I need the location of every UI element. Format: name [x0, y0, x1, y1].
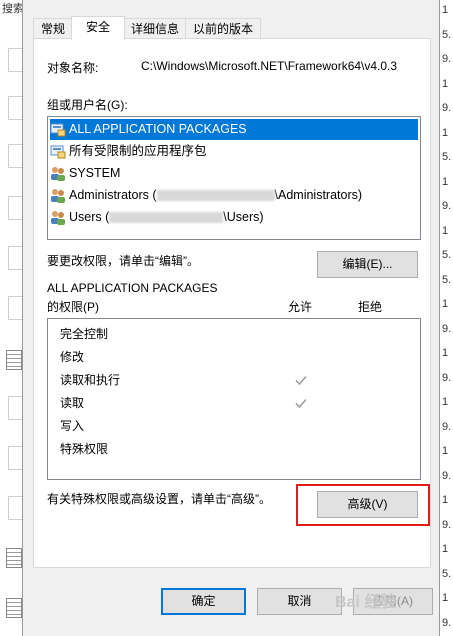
size-cell: 1: [442, 77, 449, 90]
size-cell: 1: [442, 175, 449, 188]
size-cell: 9.: [442, 616, 452, 629]
size-cell: 9.: [442, 518, 452, 531]
group-item-system[interactable]: SYSTEM: [50, 163, 120, 184]
object-name-value: C:\Windows\Microsoft.NET\Framework64\v4.…: [141, 59, 398, 73]
size-cell: 5.: [442, 151, 452, 163]
security-panel: 对象名称: C:\Windows\Microsoft.NET\Framework…: [33, 38, 431, 568]
size-cell: 1: [442, 126, 449, 139]
size-cell: 1: [442, 224, 449, 237]
size-cell: 1: [442, 543, 449, 555]
permissions-label: 的权限(P): [47, 300, 99, 314]
size-cell: 1: [442, 4, 449, 16]
edit-hint: 要更改权限，请单击“编辑”。: [47, 254, 199, 268]
size-cell: 9.: [442, 322, 452, 335]
deny-column-header: 拒绝: [358, 300, 383, 314]
size-cell: 9.: [442, 102, 452, 114]
size-cell: 1: [442, 396, 449, 408]
size-cell: 9.: [442, 469, 452, 482]
size-cell: 1: [442, 494, 449, 506]
users-icon: [50, 188, 66, 204]
tab-previous-versions[interactable]: 以前的版本: [185, 18, 261, 39]
tab-details[interactable]: 详细信息: [123, 18, 187, 39]
size-cell: 5.: [442, 28, 452, 41]
users-icon: [50, 166, 66, 182]
size-cell: 9.: [442, 200, 452, 212]
group-item-all-application-packages[interactable]: ALL APPLICATION PACKAGES: [50, 119, 418, 140]
size-cell: 1: [442, 347, 449, 359]
size-cell: 1: [442, 592, 449, 604]
allow-check-icon: [293, 372, 309, 388]
size-cell: 5.: [442, 273, 452, 286]
permissions-principal: ALL APPLICATION PACKAGES: [47, 281, 218, 295]
document-icon: [6, 548, 22, 568]
group-item-administrators[interactable]: Administrators ( \Administrators): [50, 185, 362, 206]
group-item-users[interactable]: Users ( \Users): [50, 207, 264, 228]
package-group-icon: [50, 144, 66, 159]
group-item-suffix: \Users): [223, 210, 264, 224]
background-size-column: 1 5. 9. 1 9. 1 5. 1 9. 1 5. 5. 1 9. 1 9. 1 9. 1 9. 1 9. 1 5. 1 9.: [440, 0, 453, 636]
group-item-label: ALL APPLICATION PACKAGES: [69, 122, 247, 136]
groups-label: 组或用户名(G):: [47, 98, 128, 112]
watermark-logo: Bai 经验: [335, 594, 397, 611]
advanced-hint: 有关特殊权限或高级设置，请单击“高级”。: [47, 492, 271, 506]
groups-listbox[interactable]: ALL APPLICATION PACKAGES 所有受限制的应用程序包 SYS…: [47, 116, 421, 240]
document-icon: [6, 350, 22, 370]
permission-row: 读取: [60, 396, 85, 410]
group-item-label: Users (: [69, 210, 110, 224]
group-item-label: Administrators (: [69, 188, 157, 202]
allow-column-header: 允许: [288, 300, 313, 314]
permission-row: 写入: [60, 419, 85, 433]
group-item-label: SYSTEM: [69, 166, 121, 180]
allow-check-icon: [293, 395, 309, 411]
object-name-label: 对象名称:: [47, 61, 99, 75]
size-cell: 9.: [442, 371, 452, 384]
tab-general[interactable]: 常规: [33, 18, 73, 39]
permission-row: 特殊权限: [60, 442, 109, 456]
highlight-box: [296, 484, 430, 526]
permission-row: 修改: [60, 350, 85, 364]
size-cell: 1: [442, 445, 449, 457]
group-item-label: 所有受限制的应用程序包: [69, 144, 207, 158]
document-icon: [6, 598, 22, 618]
permissions-listbox[interactable]: 完全控制修改读取和执行读取写入特殊权限: [47, 318, 421, 480]
size-cell: 9.: [442, 420, 452, 433]
redacted-machine-name: [109, 212, 224, 224]
edit-button[interactable]: 编辑(E)...: [317, 251, 418, 278]
tab-security[interactable]: 安全: [71, 16, 125, 40]
ok-button[interactable]: 确定: [161, 588, 246, 615]
group-item-suffix: \Administrators): [274, 188, 363, 202]
cancel-button[interactable]: 取消: [257, 588, 342, 615]
redacted-machine-name: [156, 190, 275, 202]
properties-dialog: 常规 安全 详细信息 以前的版本 对象名称: C:\Windows\Micros…: [22, 0, 440, 636]
permission-row: 读取和执行: [60, 373, 121, 387]
size-cell: 5.: [442, 567, 452, 580]
group-item-restricted-packages[interactable]: 所有受限制的应用程序包: [50, 141, 207, 162]
size-cell: 1: [442, 298, 449, 310]
size-cell: 5.: [442, 249, 452, 261]
permission-row: 完全控制: [60, 327, 109, 341]
size-cell: 9.: [442, 53, 452, 65]
package-group-icon: [50, 122, 66, 137]
users-icon: [50, 210, 66, 226]
